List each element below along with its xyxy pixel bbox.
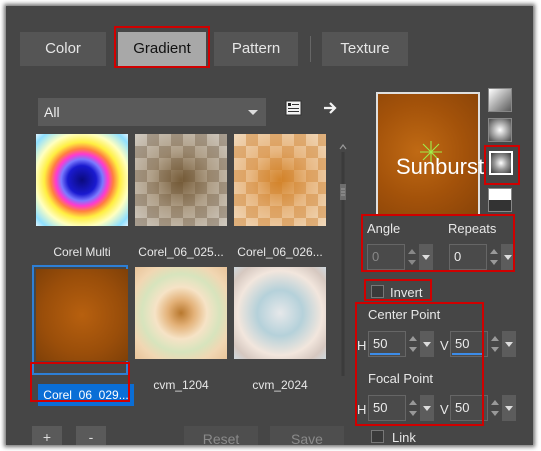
- spin-arrows-icon[interactable]: [489, 331, 501, 357]
- gradient-thumbnail[interactable]: cvm_1204: [133, 265, 229, 392]
- gradient-preview-corel-multi: [36, 134, 128, 226]
- gradient-name: Corel_06_026...: [237, 245, 323, 259]
- material-properties-dialog: Color Gradient Pattern Texture All Corel…: [6, 6, 533, 445]
- center-h-slider-bar: [370, 353, 400, 355]
- focal-v-label: V: [440, 402, 449, 417]
- tab-gradient[interactable]: Gradient: [118, 32, 206, 66]
- chevron-down-icon[interactable]: [502, 395, 516, 421]
- center-v-spinbox[interactable]: 50: [450, 331, 516, 357]
- gradient-name-selected: Corel_06_029...: [38, 384, 134, 406]
- gradient-thumbnail[interactable]: Corel_06_026...: [232, 132, 328, 259]
- angle-input[interactable]: 0: [367, 244, 405, 270]
- gradient-name: cvm_2024: [252, 378, 308, 392]
- gradient-thumbnail[interactable]: Corel Multi: [34, 132, 130, 259]
- gradient-preview-cvm-1204: [135, 267, 227, 359]
- gradient-preview-corel-06-029: [36, 269, 128, 361]
- center-h-label: H: [357, 338, 367, 353]
- chevron-down-icon[interactable]: [420, 395, 434, 421]
- spin-arrows-icon[interactable]: [407, 331, 419, 357]
- radial-style-icon[interactable]: [488, 188, 512, 212]
- reset-button[interactable]: Reset: [184, 426, 258, 445]
- gradient-name: Corel Multi: [53, 245, 111, 259]
- focal-h-label: H: [357, 402, 367, 417]
- gradient-preview-cvm-2024: [234, 267, 326, 359]
- spin-arrows-icon[interactable]: [489, 395, 501, 421]
- chevron-down-icon[interactable]: [501, 244, 515, 270]
- spin-arrows-icon[interactable]: [488, 244, 500, 270]
- gradient-thumbnail[interactable]: cvm_2024: [232, 265, 328, 392]
- angle-spinbox[interactable]: 0: [367, 244, 433, 270]
- focal-v-input[interactable]: 50: [450, 395, 488, 421]
- save-button[interactable]: Save: [270, 426, 344, 445]
- center-h-spinbox[interactable]: 50: [368, 331, 434, 357]
- link-checkbox[interactable]: [371, 430, 384, 443]
- chevron-down-icon: [248, 110, 258, 115]
- gradient-preview-corel-06-025: [135, 134, 227, 226]
- spin-arrows-icon[interactable]: [406, 244, 418, 270]
- center-v-slider-bar: [452, 353, 482, 355]
- gradient-name: Corel_06_025...: [138, 245, 224, 259]
- library-filter-value: All: [44, 104, 60, 120]
- gradient-style-label: Sunburst: [396, 154, 485, 179]
- angle-label: Angle: [367, 221, 401, 236]
- tab-color[interactable]: Color: [20, 32, 106, 66]
- invert-checkbox[interactable]: [371, 285, 384, 298]
- gradient-thumbnail-selected[interactable]: [32, 265, 128, 375]
- sunburst-style-icon[interactable]: [489, 151, 513, 175]
- focal-h-spinbox[interactable]: 50: [368, 395, 434, 421]
- gradient-name: cvm_1204: [153, 378, 209, 392]
- chevron-down-icon[interactable]: [420, 331, 434, 357]
- center-point-label: Center Point: [368, 307, 441, 322]
- rectangular-style-icon[interactable]: [488, 118, 512, 142]
- library-list-icon[interactable]: [284, 98, 304, 118]
- link-label: Link: [392, 430, 416, 445]
- library-scrollbar[interactable]: [338, 142, 348, 382]
- invert-label: Invert: [390, 285, 423, 300]
- gradient-thumbnail[interactable]: Corel_06_025...: [133, 132, 229, 259]
- focal-h-input[interactable]: 50: [368, 395, 406, 421]
- repeats-spinbox[interactable]: 0: [449, 244, 515, 270]
- linear-style-icon[interactable]: [488, 88, 512, 112]
- tab-divider: [310, 36, 311, 62]
- focal-point-label: Focal Point: [368, 371, 434, 386]
- remove-gradient-button[interactable]: -: [76, 426, 106, 445]
- chevron-down-icon[interactable]: [419, 244, 433, 270]
- library-filter-dropdown[interactable]: All: [38, 98, 266, 126]
- chevron-down-icon[interactable]: [502, 331, 516, 357]
- add-gradient-button[interactable]: +: [32, 426, 62, 445]
- gradient-preview: Sunburst: [376, 92, 484, 216]
- focal-v-spinbox[interactable]: 50: [450, 395, 516, 421]
- repeats-label: Repeats: [448, 221, 497, 236]
- center-v-label: V: [440, 338, 449, 353]
- arrow-right-icon[interactable]: [320, 98, 340, 118]
- gradient-preview-corel-06-026: [234, 134, 326, 226]
- tab-pattern[interactable]: Pattern: [214, 32, 298, 66]
- spin-arrows-icon[interactable]: [407, 395, 419, 421]
- repeats-input[interactable]: 0: [449, 244, 487, 270]
- tab-texture[interactable]: Texture: [322, 32, 408, 66]
